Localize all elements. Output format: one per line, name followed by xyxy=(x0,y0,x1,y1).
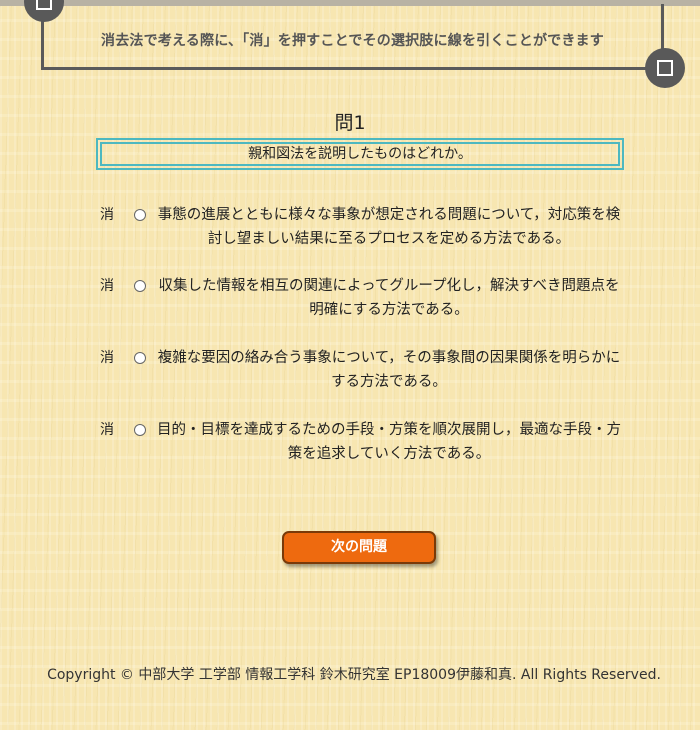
choice-text[interactable]: 目的・目標を達成するための手段・方策を順次展開し，最適な手段・方策を追求していく… xyxy=(154,418,624,466)
square-icon xyxy=(36,0,52,10)
notice-box: 消去法で考える際に、「消」を押すことでその選択肢に線を引くことができます xyxy=(41,4,664,70)
question-number: 問1 xyxy=(334,112,366,134)
notice-text: 消去法で考える際に、「消」を押すことでその選択肢に線を引くことができます xyxy=(101,33,604,49)
strike-button[interactable]: 消 xyxy=(100,274,114,298)
corner-square-icon-bottom-right[interactable] xyxy=(645,48,685,88)
choice-text[interactable]: 収集した情報を相互の関連によってグループ化し，解決すべき問題点を明確にする方法で… xyxy=(154,274,624,322)
choice-radio[interactable] xyxy=(134,209,146,221)
question-text: 親和図法を説明したものはどれか。 xyxy=(100,142,620,166)
copyright-footer: Copyright © 中部大学 工学部 情報工学科 鈴木研究室 EP18009… xyxy=(47,667,661,683)
strike-button[interactable]: 消 xyxy=(100,418,114,442)
choice-radio[interactable] xyxy=(134,424,146,436)
strike-button[interactable]: 消 xyxy=(100,346,114,370)
choice-radio[interactable] xyxy=(134,352,146,364)
choice-text[interactable]: 複雑な要因の絡み合う事象について，その事象間の因果関係を明らかにする方法である。 xyxy=(154,346,624,394)
next-question-button[interactable]: 次の問題 xyxy=(282,531,436,564)
strike-button[interactable]: 消 xyxy=(100,203,114,227)
question-box: 親和図法を説明したものはどれか。 xyxy=(96,138,624,170)
choice-radio[interactable] xyxy=(134,280,146,292)
choice-text[interactable]: 事態の進展とともに様々な事象が想定される問題について，対応策を検討し望ましい結果… xyxy=(154,203,624,251)
square-icon xyxy=(657,60,673,76)
